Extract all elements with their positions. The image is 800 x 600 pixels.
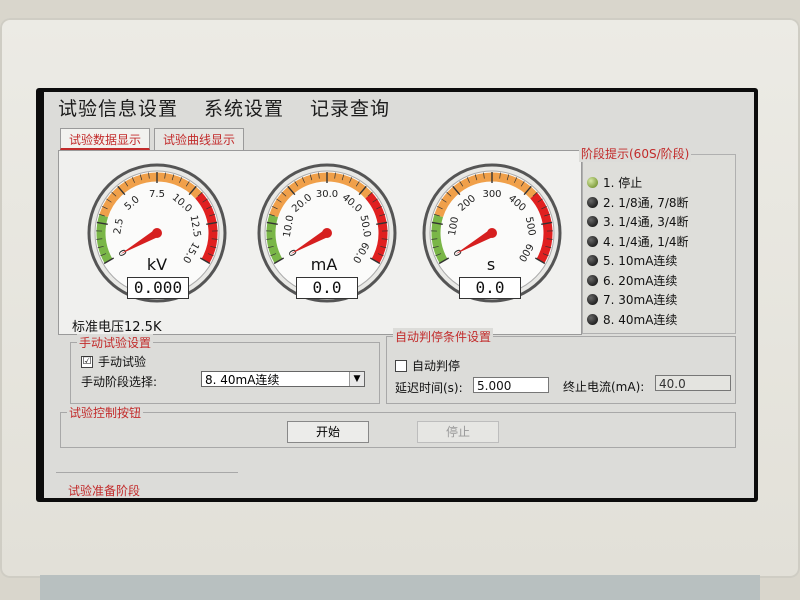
gauge-s-tick-label: 300 [482,189,501,200]
stage-led-icon [587,196,598,208]
manual-settings-legend: 手动试验设置 [77,334,154,351]
gauge-kv-readout: 0.000 [127,277,189,299]
stage-item: 8. 40mA连续 [587,310,689,330]
stage-led-icon [587,216,598,228]
stage-item-label: 7. 30mA连续 [603,293,678,308]
start-button[interactable]: 开始 [287,421,369,443]
chevron-down-icon[interactable]: ▼ [349,372,364,386]
stage-led-icon [587,294,598,306]
menu-record-query[interactable]: 记录查询 [310,94,390,121]
stage-item: 3. 1/4通, 3/4断 [587,212,689,232]
stage-item-label: 1. 停止 [603,176,643,191]
test-control-buttons: 试验控制按钮 开始 停止 [60,404,736,448]
auto-stop-legend: 自动判停条件设置 [393,328,494,345]
stage-led-icon [587,274,598,286]
stage-item: 1. 停止 [587,173,689,193]
tab-test-data[interactable]: 试验数据显示 [60,128,151,150]
gauge-ma-tick-label: 30.0 [316,189,338,200]
stop-current-input[interactable]: 40.0 [655,375,731,391]
stage-list: 1. 停止 2. 1/8通, 7/8断 3. 1/4通, 3/4断 4. 1/4… [587,173,689,329]
stage-item: 7. 30mA连续 [587,290,689,310]
gauge-kv-hub [152,228,162,238]
status-divider [56,472,238,473]
stage-led-icon [587,255,598,267]
menu-bar: 试验信息设置 系统设置 记录查询 [44,92,754,122]
menu-test-info-settings[interactable]: 试验信息设置 [58,94,178,121]
tab-bar: 试验数据显示 试验曲线显示 [60,128,248,150]
control-legend: 试验控制按钮 [67,404,144,421]
manual-stage-select-label: 手动阶段选择: [81,375,158,389]
manual-test-settings: 手动试验设置 ☑ 手动试验 手动阶段选择: 8. 40mA连续 ▼ [70,334,380,404]
stage-item-label: 4. 1/4通, 1/4断 [603,234,689,249]
auto-stop-checkbox-row[interactable]: 自动判停 [395,357,460,374]
delay-time-input[interactable]: 5.000 [473,377,549,393]
gauge-panel: 02.55.07.510.012.515.0010.020.030.040.05… [58,150,582,335]
stage-led-icon [587,235,598,247]
device-base [40,575,760,600]
gauge-ma-unit: mA [310,255,338,274]
manual-stage-select[interactable]: 8. 40mA连续 ▼ [201,371,365,387]
manual-test-checkbox-row[interactable]: ☑ 手动试验 [81,353,146,370]
tab-test-curve[interactable]: 试验曲线显示 [154,128,245,150]
auto-stop-settings: 自动判停条件设置 自动判停 延迟时间(s): 5.000 终止电流(mA): 4… [386,328,736,404]
stop-button[interactable]: 停止 [417,421,499,443]
gauge-ma-readout: 0.0 [296,277,358,299]
stage-item-label: 5. 10mA连续 [603,254,678,269]
stage-led-icon [587,313,598,325]
hmi-display: 试验信息设置 系统设置 记录查询 试验数据显示 试验曲线显示 02.55.07.… [44,92,754,498]
auto-stop-checkbox-label: 自动判停 [412,359,461,373]
gauge-s-readout: 0.0 [459,277,521,299]
delay-time-label: 延迟时间(s): [395,381,463,395]
stage-hint-title: 阶段提示(60S/阶段) [579,145,692,162]
stage-item: 2. 1/8通, 7/8断 [587,193,689,213]
auto-stop-checkbox[interactable] [395,359,407,372]
gauge-kv-tick-label: 7.5 [149,189,165,200]
stop-current-label: 终止电流(mA): [563,380,645,394]
stage-item-label: 2. 1/8通, 7/8断 [603,195,689,210]
status-text: 试验准备阶段 [68,484,141,498]
gauges-canvas: 02.55.07.510.012.515.0010.020.030.040.05… [87,163,562,303]
menu-system-settings[interactable]: 系统设置 [204,94,284,121]
stage-item-label: 6. 20mA连续 [603,273,678,288]
manual-stage-select-value: 8. 40mA连续 [205,373,280,387]
gauge-s-unit: s [486,255,496,274]
stage-item-label: 3. 1/4通, 3/4断 [603,215,689,230]
stage-led-icon [587,177,598,189]
manual-test-checkbox-label: 手动试验 [98,355,147,369]
stage-item-label: 8. 40mA连续 [603,312,678,327]
stage-hint-panel: 阶段提示(60S/阶段) 1. 停止 2. 1/8通, 7/8断 3. 1/4通… [579,145,736,334]
gauge-kv-unit: kV [146,255,168,274]
gauge-s-hub [487,228,497,238]
stage-item: 5. 10mA连续 [587,251,689,271]
standard-voltage-label: 标准电压12.5K [72,320,162,335]
manual-test-checkbox[interactable]: ☑ [81,355,93,368]
stage-item: 6. 20mA连续 [587,271,689,291]
stage-item: 4. 1/4通, 1/4断 [587,232,689,252]
gauge-ma-hub [322,228,332,238]
